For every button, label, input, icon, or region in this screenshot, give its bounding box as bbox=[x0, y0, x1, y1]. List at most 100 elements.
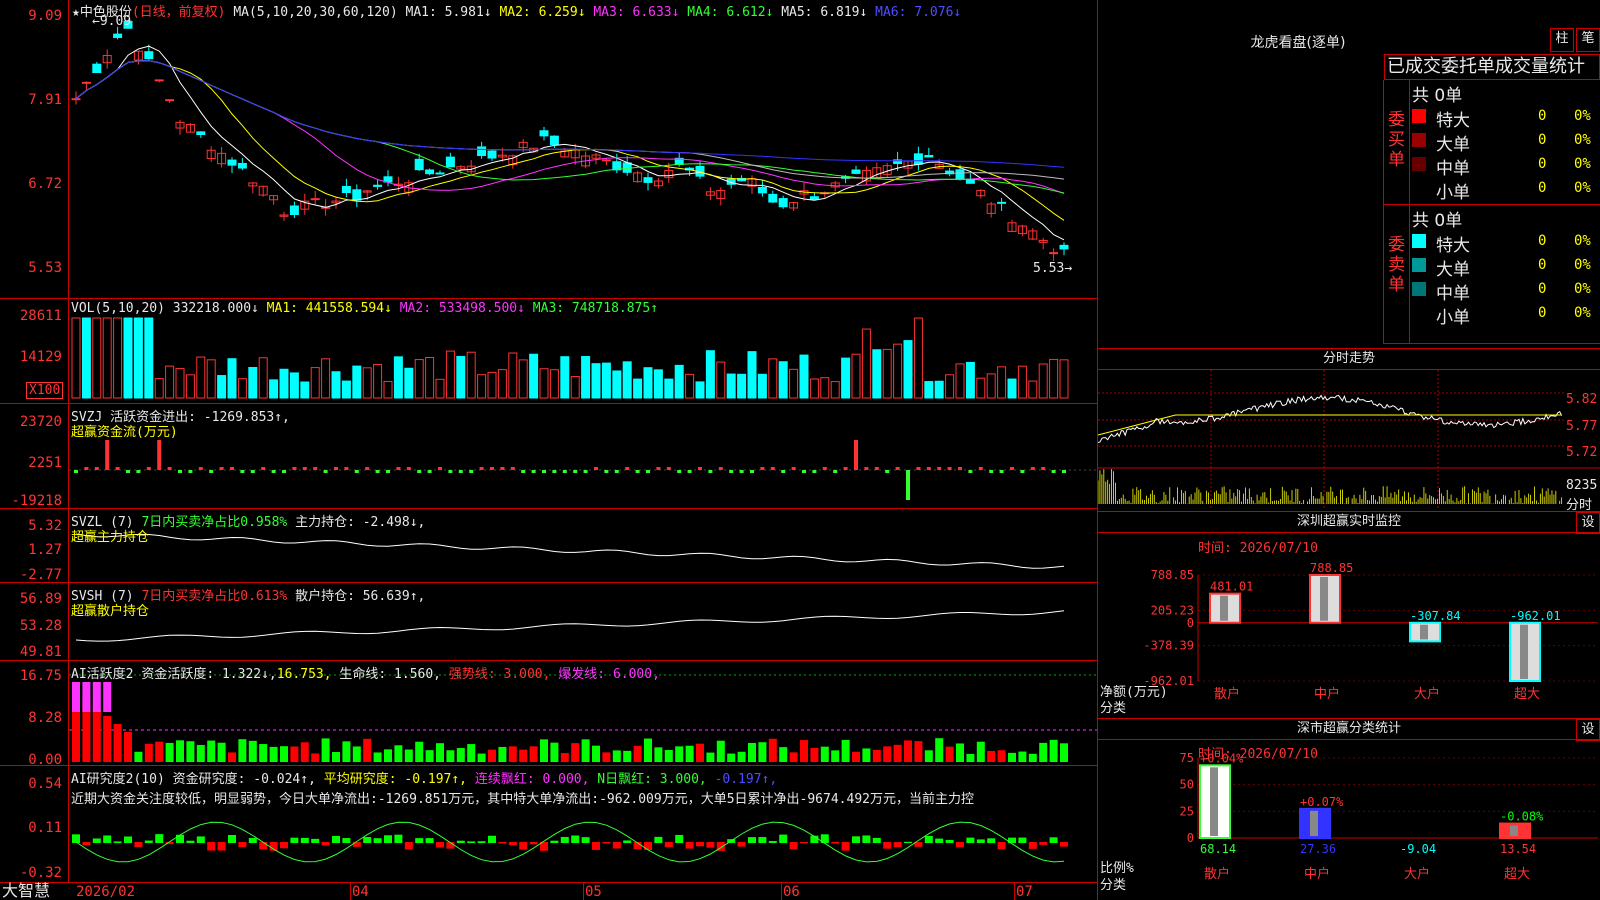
candle-body bbox=[425, 169, 435, 175]
activity-bar bbox=[883, 746, 892, 762]
sell-row: 小单 0 0% bbox=[1412, 302, 1600, 328]
volume-bar bbox=[529, 353, 539, 399]
volume-bar bbox=[1007, 378, 1017, 399]
bar-view-button[interactable]: 柱 bbox=[1550, 28, 1574, 52]
activity-bar bbox=[831, 750, 840, 762]
intraday-tick-3: 5.72 bbox=[1566, 445, 1598, 460]
capital-flow-bar bbox=[1020, 470, 1025, 473]
volume-bar bbox=[71, 317, 81, 399]
sz-stats-category: 散户 bbox=[1204, 866, 1230, 882]
capital-flow-bar bbox=[74, 470, 78, 473]
research-bar bbox=[1039, 842, 1048, 845]
activity-burst-bar bbox=[82, 682, 91, 712]
candle-body bbox=[237, 162, 247, 169]
activity-bar bbox=[862, 748, 871, 762]
research-bar bbox=[82, 842, 91, 846]
capital-flow-bar bbox=[874, 467, 879, 470]
tick-view-button[interactable]: 笔 bbox=[1576, 28, 1600, 52]
candle-body bbox=[913, 153, 923, 165]
capital-flow-bar bbox=[770, 467, 775, 470]
sz-stats-bar-shade bbox=[1310, 810, 1318, 836]
capital-flow-bar bbox=[94, 467, 99, 470]
volume-bar bbox=[508, 352, 518, 399]
volume-bar bbox=[1017, 365, 1027, 399]
capital-flow-bar bbox=[282, 470, 286, 473]
sell-color-swatch bbox=[1412, 282, 1426, 296]
sz-stats-category: 大户 bbox=[1404, 866, 1430, 882]
volume-bar bbox=[466, 351, 476, 399]
capital-flow-bar bbox=[396, 467, 401, 470]
candle-body bbox=[997, 201, 1007, 204]
activity-bar bbox=[259, 744, 268, 762]
sz-monitor-bar-shade bbox=[1320, 577, 1328, 621]
sz-stats-change: +0.04% bbox=[1200, 751, 1244, 765]
x-date-1: 2026/02 bbox=[76, 884, 136, 900]
research-bar bbox=[935, 838, 944, 843]
candle-body bbox=[445, 156, 455, 168]
volume-bar bbox=[581, 356, 591, 399]
activity-bar bbox=[311, 753, 320, 762]
intraday-header: 分时走势 bbox=[1098, 348, 1600, 370]
activity-bar bbox=[300, 742, 309, 762]
sz-stats-chart[interactable]: 75 50 25 0 +0.04% 68.14 散户 +0.07% 27.36 中户 -9.04 大户… bbox=[1098, 738, 1600, 900]
research-bar bbox=[893, 842, 902, 848]
capital-flow-bar bbox=[906, 470, 910, 500]
research-bar bbox=[987, 838, 996, 843]
ai-active-tick-1: 16.75 bbox=[19, 668, 62, 684]
ma2-value: MA2: 6.259↓ bbox=[499, 5, 586, 20]
activity-bar bbox=[612, 750, 621, 762]
activity-bar bbox=[956, 743, 964, 762]
buy-count: 0 bbox=[1538, 132, 1547, 148]
capital-flow-bar bbox=[479, 467, 484, 470]
capital-flow-bar bbox=[167, 467, 172, 470]
sell-orders-label: 委卖单 bbox=[1388, 235, 1405, 295]
candle-body bbox=[768, 193, 778, 203]
sz-monitor-settings-button[interactable]: 设 bbox=[1576, 512, 1600, 534]
volume-bar bbox=[1049, 358, 1059, 399]
svsh-tick-1: 56.89 bbox=[19, 591, 62, 607]
volume-bar bbox=[175, 368, 185, 399]
activity-bar bbox=[623, 750, 632, 762]
activity-bar bbox=[540, 739, 548, 762]
sz-stats-tick: 75 bbox=[1180, 751, 1194, 765]
activity-bar bbox=[186, 741, 195, 762]
activity-bar bbox=[467, 744, 476, 762]
buy-orders-label: 委买单 bbox=[1388, 110, 1405, 170]
activity-bar bbox=[92, 708, 101, 762]
sz-monitor-category: 中户 bbox=[1314, 686, 1340, 702]
ma4-value: MA4: 6.612↓ bbox=[687, 5, 774, 20]
volume-bar bbox=[705, 350, 715, 399]
research-bar bbox=[737, 842, 746, 847]
capital-flow-bar bbox=[334, 467, 338, 470]
intraday-price-line bbox=[1098, 394, 1563, 443]
activity-bar bbox=[373, 752, 382, 762]
research-bar bbox=[436, 842, 444, 848]
activity-bar bbox=[789, 752, 798, 762]
volume-bar bbox=[404, 367, 414, 399]
research-bar bbox=[384, 835, 392, 843]
capital-flow-bar bbox=[188, 470, 193, 473]
research-bar bbox=[280, 842, 288, 849]
sell-row: 特大 0 0% bbox=[1412, 230, 1600, 256]
volume-bar bbox=[976, 377, 986, 399]
candle-body bbox=[539, 130, 549, 137]
volume-bar bbox=[227, 358, 237, 399]
buy-name: 特大 bbox=[1436, 111, 1470, 131]
svzl-tick-2: 1.27 bbox=[28, 542, 62, 558]
candle-body bbox=[601, 159, 611, 162]
buy-row: 特大 0 0% bbox=[1412, 105, 1600, 131]
buy-total: 共 0单 bbox=[1412, 86, 1463, 106]
activity-bar bbox=[144, 743, 153, 762]
sz-monitor-chart[interactable]: 788.85205.230-378.39-962.01481.01散户788.8… bbox=[1098, 533, 1600, 713]
activity-bar bbox=[342, 741, 351, 762]
activity-bar bbox=[196, 744, 205, 762]
svzl-tick-3: -2.77 bbox=[19, 567, 62, 583]
capital-flow-bar bbox=[989, 470, 994, 473]
svzj-subtitle: 超赢资金流(万元) bbox=[71, 425, 178, 440]
candle-body bbox=[549, 135, 559, 146]
intraday-chart[interactable] bbox=[1098, 370, 1600, 510]
activity-bar bbox=[675, 746, 684, 762]
research-bar bbox=[612, 842, 621, 849]
sz-monitor-category: 大户 bbox=[1414, 686, 1440, 702]
research-bar bbox=[311, 838, 320, 843]
